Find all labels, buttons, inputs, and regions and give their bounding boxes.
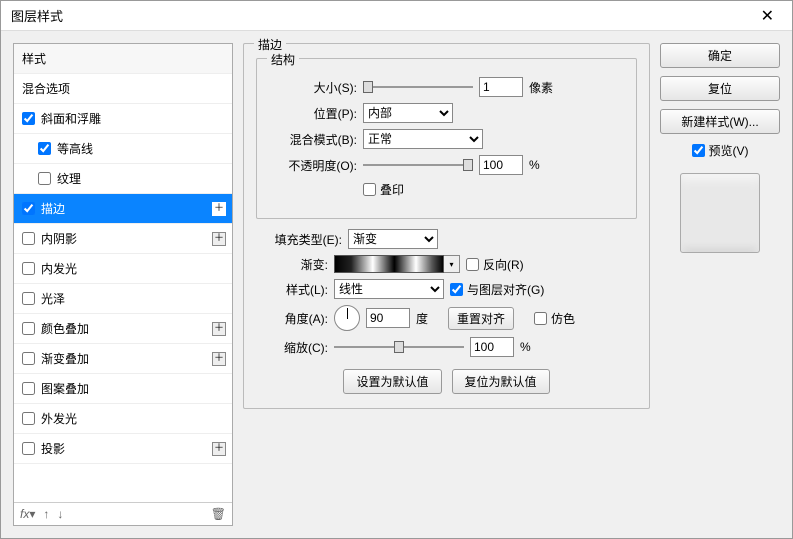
overprint-checkbox-wrap[interactable]: 叠印: [363, 181, 404, 198]
opacity-input[interactable]: [479, 155, 523, 175]
add-stroke-icon[interactable]: ＋: [212, 202, 226, 216]
titlebar: 图层样式 ✕: [1, 1, 792, 31]
size-input[interactable]: [479, 77, 523, 97]
gradient-label: 渐变:: [256, 256, 328, 273]
blend-mode-select[interactable]: 正常: [363, 129, 483, 149]
reverse-checkbox-wrap[interactable]: 反向(R): [466, 256, 524, 273]
sidebar-item-outer-glow[interactable]: 外发光: [14, 404, 232, 434]
opacity-slider[interactable]: [363, 158, 473, 172]
sidebar-item-inner-glow[interactable]: 内发光: [14, 254, 232, 284]
gradient-overlay-checkbox[interactable]: [22, 352, 35, 365]
trash-icon[interactable]: 🗑: [211, 507, 226, 521]
position-label: 位置(P):: [271, 105, 357, 122]
add-inner-shadow-icon[interactable]: ＋: [212, 232, 226, 246]
sidebar-item-bevel[interactable]: 斜面和浮雕: [14, 104, 232, 134]
add-gradient-overlay-icon[interactable]: ＋: [212, 352, 226, 366]
sidebar-item-inner-shadow[interactable]: 内阴影 ＋: [14, 224, 232, 254]
close-icon[interactable]: ✕: [753, 4, 782, 28]
sidebar-item-blend-options[interactable]: 混合选项: [14, 74, 232, 104]
gradient-style-label: 样式(L):: [256, 281, 328, 298]
size-slider[interactable]: [363, 80, 473, 94]
pattern-overlay-checkbox[interactable]: [22, 382, 35, 395]
structure-group: 结构 大小(S): 像素 位置(P): 内部 混合模式(B): 正常: [256, 58, 637, 219]
set-default-button[interactable]: 设置为默认值: [343, 369, 441, 394]
preview-swatch: [680, 173, 760, 253]
bevel-checkbox[interactable]: [22, 112, 35, 125]
sidebar-item-drop-shadow[interactable]: 投影 ＋: [14, 434, 232, 464]
align-with-layer-checkbox[interactable]: [450, 283, 463, 296]
add-drop-shadow-icon[interactable]: ＋: [212, 442, 226, 456]
sidebar-item-gradient-overlay[interactable]: 渐变叠加 ＋: [14, 344, 232, 374]
dialog-title: 图层样式: [11, 6, 63, 25]
scale-input[interactable]: [470, 337, 514, 357]
dither-checkbox-wrap[interactable]: 仿色: [534, 310, 575, 327]
gradient-swatch[interactable]: [334, 255, 444, 273]
scale-slider[interactable]: [334, 340, 464, 354]
reset-default-button[interactable]: 复位为默认值: [452, 369, 550, 394]
drop-shadow-checkbox[interactable]: [22, 442, 35, 455]
angle-dial[interactable]: [334, 305, 360, 331]
move-down-icon[interactable]: ↓: [57, 507, 63, 521]
new-style-button[interactable]: 新建样式(W)...: [660, 109, 780, 134]
scale-label: 缩放(C):: [256, 339, 328, 356]
overprint-checkbox[interactable]: [363, 183, 376, 196]
blend-mode-label: 混合模式(B):: [271, 131, 357, 148]
opacity-unit: %: [529, 158, 540, 172]
sidebar-item-pattern-overlay[interactable]: 图案叠加: [14, 374, 232, 404]
size-label: 大小(S):: [271, 79, 357, 96]
inner-shadow-checkbox[interactable]: [22, 232, 35, 245]
add-color-overlay-icon[interactable]: ＋: [212, 322, 226, 336]
right-panel: 确定 复位 新建样式(W)... 预览(V): [660, 43, 780, 526]
reset-button[interactable]: 复位: [660, 76, 780, 101]
sidebar-item-stroke[interactable]: 描边 ＋: [14, 194, 232, 224]
sidebar-item-texture[interactable]: 纹理: [14, 164, 232, 194]
align-with-layer-wrap[interactable]: 与图层对齐(G): [450, 281, 544, 298]
fill-type-label: 填充类型(E):: [256, 231, 342, 248]
gradient-style-select[interactable]: 线性: [334, 279, 444, 299]
angle-unit: 度: [416, 310, 428, 327]
sidebar-item-color-overlay[interactable]: 颜色叠加 ＋: [14, 314, 232, 344]
ok-button[interactable]: 确定: [660, 43, 780, 68]
satin-checkbox[interactable]: [22, 292, 35, 305]
fx-menu-icon[interactable]: fx▾: [20, 507, 35, 521]
color-overlay-checkbox[interactable]: [22, 322, 35, 335]
styles-sidebar: 样式 混合选项 斜面和浮雕 等高线 纹理 描边 ＋: [13, 43, 233, 526]
texture-checkbox[interactable]: [38, 172, 51, 185]
scale-unit: %: [520, 340, 531, 354]
preview-checkbox-wrap[interactable]: 预览(V): [660, 142, 780, 159]
move-up-icon[interactable]: ↑: [43, 507, 49, 521]
dither-checkbox[interactable]: [534, 312, 547, 325]
reset-alignment-button[interactable]: 重置对齐: [448, 307, 514, 330]
stroke-checkbox[interactable]: [22, 202, 35, 215]
gradient-dropdown-icon[interactable]: ▾: [444, 255, 460, 273]
angle-input[interactable]: [366, 308, 410, 328]
fill-type-select[interactable]: 渐变: [348, 229, 438, 249]
opacity-label: 不透明度(O):: [271, 157, 357, 174]
reverse-checkbox[interactable]: [466, 258, 479, 271]
size-unit: 像素: [529, 79, 553, 96]
contour-checkbox[interactable]: [38, 142, 51, 155]
angle-label: 角度(A):: [256, 310, 328, 327]
sidebar-item-contour[interactable]: 等高线: [14, 134, 232, 164]
sidebar-item-satin[interactable]: 光泽: [14, 284, 232, 314]
outer-glow-checkbox[interactable]: [22, 412, 35, 425]
inner-glow-checkbox[interactable]: [22, 262, 35, 275]
sidebar-footer: fx▾ ↑ ↓ 🗑: [14, 502, 232, 525]
position-select[interactable]: 内部: [363, 103, 453, 123]
sidebar-header-styles[interactable]: 样式: [14, 44, 232, 74]
structure-title: 结构: [267, 51, 299, 68]
stroke-panel: 描边 结构 大小(S): 像素 位置(P): 内部 混合模式(B):: [243, 43, 650, 409]
preview-checkbox[interactable]: [692, 144, 705, 157]
